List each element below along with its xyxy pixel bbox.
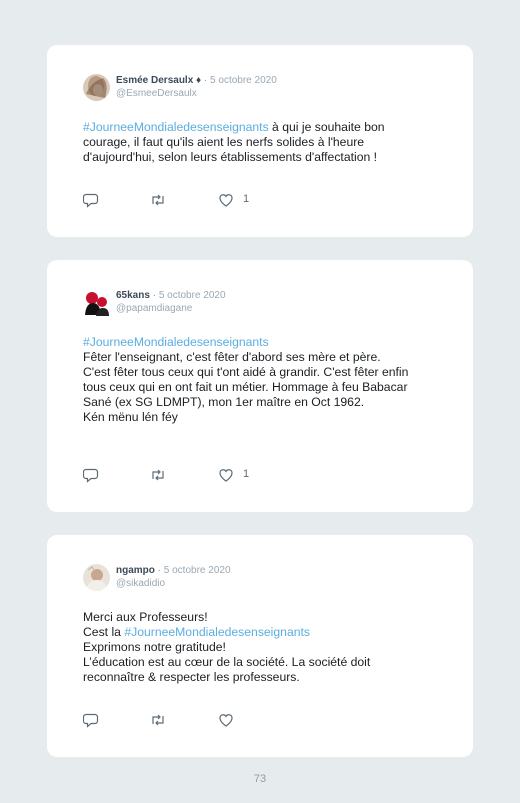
- tweet-header: ngampo · 5 octobre 2020 @sikadidio: [116, 564, 231, 590]
- heart-icon[interactable]: [218, 467, 234, 483]
- retweet-icon[interactable]: [149, 712, 167, 728]
- tweet-text: #JourneeMondialedesenseignants à qui je …: [83, 120, 429, 165]
- heart-icon[interactable]: [218, 192, 234, 208]
- tweet-date[interactable]: 5 octobre 2020: [164, 565, 231, 576]
- tweet-actions: 1: [83, 467, 283, 483]
- tweet-card: 65kans · 5 octobre 2020 @papamdiagane #J…: [47, 260, 473, 512]
- tweet-date[interactable]: 5 octobre 2020: [210, 75, 277, 86]
- heart-icon[interactable]: [218, 712, 234, 728]
- page-number: 73: [253, 773, 267, 785]
- like-count: 1: [243, 193, 250, 205]
- avatar[interactable]: [83, 564, 110, 591]
- tweet-line: Exprimons notre gratitude!: [83, 640, 226, 654]
- tweet-text: Merci aux Professeurs! Cest la #JourneeM…: [83, 610, 429, 685]
- tweet-line: Cest la #JourneeMondialedesenseignants: [83, 625, 429, 640]
- tweet-card: ngampo · 5 octobre 2020 @sikadidio Merci…: [47, 535, 473, 757]
- tweet-header: 65kans · 5 octobre 2020 @papamdiagane: [116, 289, 226, 315]
- tweet-actions: [83, 712, 283, 728]
- reply-icon[interactable]: [83, 467, 99, 483]
- tweet-actions: 1: [83, 192, 283, 208]
- author-handle[interactable]: @papamdiagane: [116, 302, 226, 315]
- tweet-line: Kén mënu lén féy: [83, 410, 178, 424]
- tweet-line: Merci aux Professeurs!: [83, 610, 208, 624]
- retweet-icon[interactable]: [149, 467, 167, 483]
- hashtag-link[interactable]: #JourneeMondialedesenseignants: [124, 625, 310, 639]
- reply-icon[interactable]: [83, 192, 99, 208]
- like-count: 1: [243, 468, 250, 480]
- avatar[interactable]: [83, 74, 110, 101]
- tweet-text: #JourneeMondialedesenseignants Fêter l'e…: [83, 335, 429, 425]
- author-name[interactable]: ngampo: [116, 565, 155, 576]
- tweet-line: Fêter l'enseignant, c'est fêter d'abord …: [83, 350, 381, 364]
- retweet-icon[interactable]: [149, 192, 167, 208]
- author-name[interactable]: Esmée Dersaulx ♦: [116, 75, 201, 86]
- tweet-line-prefix: Cest la: [83, 625, 125, 639]
- tweet-date[interactable]: 5 octobre 2020: [159, 290, 226, 301]
- separator: ·: [201, 75, 211, 86]
- tweet-card: Esmée Dersaulx ♦ · 5 octobre 2020 @Esmee…: [47, 45, 473, 237]
- separator: ·: [154, 565, 164, 576]
- hashtag-link[interactable]: #JourneeMondialedesenseignants: [83, 120, 269, 134]
- tweet-line: C'est fêter tous ceux qui t'ont aidé à g…: [83, 365, 409, 409]
- avatar[interactable]: [83, 289, 110, 316]
- reply-icon[interactable]: [83, 712, 99, 728]
- author-name[interactable]: 65kans: [116, 290, 150, 301]
- tweet-line: L’éducation est au cœur de la société. L…: [83, 655, 371, 684]
- tweet-header: Esmée Dersaulx ♦ · 5 octobre 2020 @Esmee…: [116, 74, 277, 100]
- author-handle[interactable]: @EsmeeDersaulx: [116, 87, 277, 100]
- separator: ·: [149, 290, 159, 301]
- author-handle[interactable]: @sikadidio: [116, 577, 231, 590]
- hashtag-link[interactable]: #JourneeMondialedesenseignants: [83, 335, 429, 350]
